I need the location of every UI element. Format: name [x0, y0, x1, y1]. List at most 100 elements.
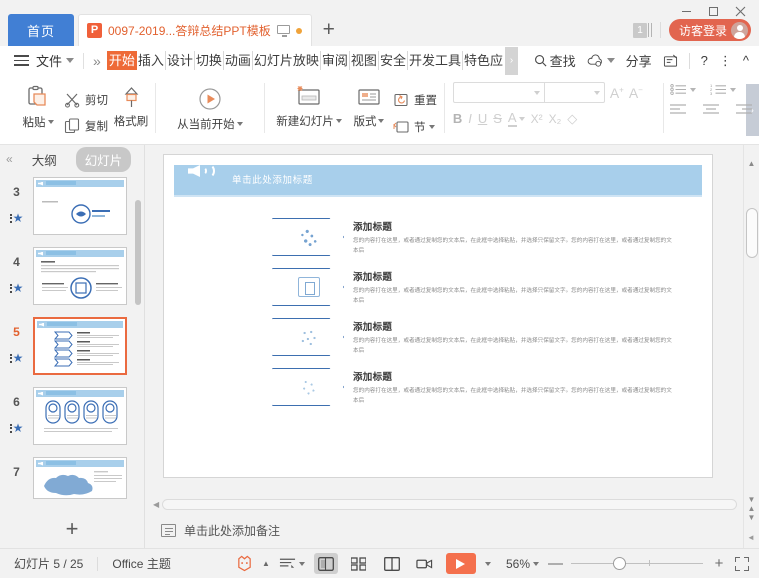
numbered-list-button[interactable]: 123 [710, 84, 736, 95]
slide-sorter-view-button[interactable] [347, 553, 371, 574]
slide-list-item[interactable]: 添加标题 您的内容打在这里，或者通过复制您的文本后，在此框中选择粘贴，并选择只保… [272, 368, 698, 418]
normal-view-button[interactable] [313, 553, 338, 574]
slide-title-placeholder[interactable]: 单击此处添加标题 [232, 172, 313, 186]
thumbnail-image[interactable] [33, 177, 127, 235]
tab-transitions[interactable]: 切换 [195, 51, 224, 70]
italic-button[interactable]: I [468, 111, 472, 126]
horizontal-scrollbar-track[interactable] [162, 498, 737, 510]
scroll-left-icon[interactable]: ◀ [153, 500, 159, 509]
guest-login-button[interactable]: 访客登录 [668, 19, 751, 41]
thumbnail-image[interactable] [33, 317, 127, 375]
reset-button[interactable]: 重置 [393, 88, 437, 112]
section-button[interactable]: 节 [393, 115, 437, 139]
document-tab[interactable]: P 0097-2019...答辩总结PPT模板 [78, 14, 312, 46]
home-tab[interactable]: 首页 [8, 14, 74, 46]
slide-item-heading[interactable]: 添加标题 [353, 369, 673, 383]
new-tab-button[interactable]: + [312, 14, 346, 46]
thumbnail-item-selected[interactable]: 5 ★ [0, 317, 144, 387]
chevron-down-icon[interactable] [484, 561, 491, 566]
tab-view[interactable]: 视图 [350, 51, 379, 70]
previous-slide-icon[interactable]: ▲ [744, 504, 759, 513]
tab-slides[interactable]: 幻灯片 [75, 146, 132, 172]
slide-canvas[interactable]: 单击此处添加标题 添加标题 您的内容打在这里，或者通过复制您的文本后，在此框中选… [164, 155, 712, 477]
thumbnail-item[interactable]: 3 ★ [0, 177, 144, 247]
shrink-font-button[interactable]: A− [629, 85, 643, 101]
help-button[interactable]: ? [701, 53, 708, 68]
horizontal-scrollbar[interactable]: ◀ [153, 498, 737, 510]
share-button[interactable]: 分享 [626, 51, 652, 70]
new-slide-button[interactable]: 新建幻灯片 [273, 81, 345, 129]
window-count-indicator[interactable]: 1 [632, 22, 652, 38]
subscript-button[interactable]: X₂ [549, 112, 562, 126]
align-right-icon[interactable] [735, 104, 752, 115]
thumbnail-image[interactable] [33, 457, 127, 499]
add-slide-button[interactable]: + [0, 516, 144, 542]
presenter-view-button[interactable] [413, 553, 437, 574]
thumbnail-image[interactable] [33, 387, 127, 445]
bold-button[interactable]: B [453, 111, 462, 126]
split-pane-handle[interactable]: ◄ [747, 533, 755, 542]
slide-item-body[interactable]: 您的内容打在这里，或者通过复制您的文本后，在此框中选择粘贴，并选择只保留文字。您… [353, 236, 673, 256]
tab-developer[interactable]: 开发工具 [408, 51, 463, 70]
text-color-button[interactable]: A [507, 110, 525, 127]
layout-button[interactable]: 版式 [345, 81, 393, 129]
more-options-button[interactable]: ⋮ [719, 53, 732, 69]
mascot-expand-icon[interactable]: ▲ [262, 559, 270, 568]
grow-font-button[interactable]: A+ [610, 85, 624, 101]
collapse-panel-button[interactable]: « [6, 152, 13, 166]
zoom-slider-handle[interactable] [613, 557, 626, 570]
slide-item-body[interactable]: 您的内容打在这里，或者通过复制您的文本后，在此框中选择粘贴，并选择只保留文字。您… [353, 336, 673, 356]
bullet-list-button[interactable] [669, 84, 696, 95]
zoom-out-button[interactable]: — [548, 555, 563, 572]
tab-start[interactable]: 开始 [106, 51, 137, 70]
font-size-combobox[interactable] [544, 82, 605, 103]
slide-item-body[interactable]: 您的内容打在这里，或者通过复制您的文本后，在此框中选择粘贴，并选择只保留文字。您… [353, 286, 673, 306]
presentation-monitor-icon[interactable] [276, 24, 290, 37]
thumbnail-image[interactable] [33, 247, 127, 305]
scroll-up-icon[interactable]: ▲ [744, 159, 759, 168]
zoom-in-button[interactable]: + [712, 555, 726, 572]
font-name-combobox[interactable] [452, 82, 545, 103]
superscript-button[interactable]: X² [531, 112, 543, 126]
tab-insert[interactable]: 插入 [137, 51, 166, 70]
menu-hamburger-icon[interactable] [14, 52, 29, 69]
wps-mascot-icon[interactable] [236, 555, 253, 572]
align-center-icon[interactable] [702, 104, 719, 115]
comment-button[interactable] [663, 54, 678, 68]
thumbnail-item[interactable]: 4 ★ [0, 247, 144, 317]
start-from-current-button[interactable]: 从当前开始 [160, 81, 260, 132]
align-left-icon[interactable] [669, 104, 686, 115]
thumbnail-item[interactable]: 6 ★ [0, 387, 144, 457]
slide-item-heading[interactable]: 添加标题 [353, 219, 673, 233]
slide-list-item[interactable]: 添加标题 您的内容打在这里，或者通过复制您的文本后，在此框中选择粘贴，并选择只保… [272, 268, 698, 318]
tab-featured-apps[interactable]: 特色应 [463, 51, 504, 70]
tab-outline[interactable]: 大纲 [23, 147, 66, 172]
tab-slideshow[interactable]: 幻灯片放映 [253, 51, 321, 70]
thumbnail-item[interactable]: 7 [0, 457, 144, 510]
find-button[interactable]: 查找 [534, 51, 576, 70]
scroll-down-icon[interactable]: ▼ [744, 513, 759, 522]
fit-to-window-button[interactable] [735, 556, 749, 571]
minimize-button[interactable] [674, 2, 699, 20]
file-menu-button[interactable]: 文件 [36, 51, 75, 70]
ribbon-overflow-right-button[interactable]: › [504, 46, 518, 75]
vertical-scrollbar-thumb[interactable] [746, 208, 758, 258]
paste-button[interactable]: 粘贴 [12, 81, 64, 130]
text-direction-button[interactable] [279, 557, 305, 570]
next-slide-icon[interactable]: ▼ [744, 495, 759, 504]
strikethrough-button[interactable]: S [493, 111, 502, 126]
theme-name[interactable]: Office 主题 [98, 555, 184, 572]
slide-item-heading[interactable]: 添加标题 [353, 319, 673, 333]
thumbnail-list[interactable]: 3 ★ 4 ★ 5 ★ 6 ★ 7 [0, 173, 144, 510]
slide-list-item[interactable]: 添加标题 您的内容打在这里，或者通过复制您的文本后，在此框中选择粘贴，并选择只保… [272, 218, 698, 268]
ribbon-overflow-left-button[interactable]: » [93, 53, 101, 69]
zoom-level-button[interactable]: 56% [506, 557, 539, 571]
tab-review[interactable]: 审阅 [321, 51, 350, 70]
close-button[interactable] [728, 2, 753, 20]
tab-security[interactable]: 安全 [379, 51, 408, 70]
maximize-button[interactable] [701, 2, 726, 20]
start-slideshow-button[interactable] [445, 553, 476, 574]
cut-button[interactable]: 剪切 [64, 88, 108, 112]
thumbnail-scrollbar-thumb[interactable] [135, 200, 141, 305]
tab-design[interactable]: 设计 [166, 51, 195, 70]
